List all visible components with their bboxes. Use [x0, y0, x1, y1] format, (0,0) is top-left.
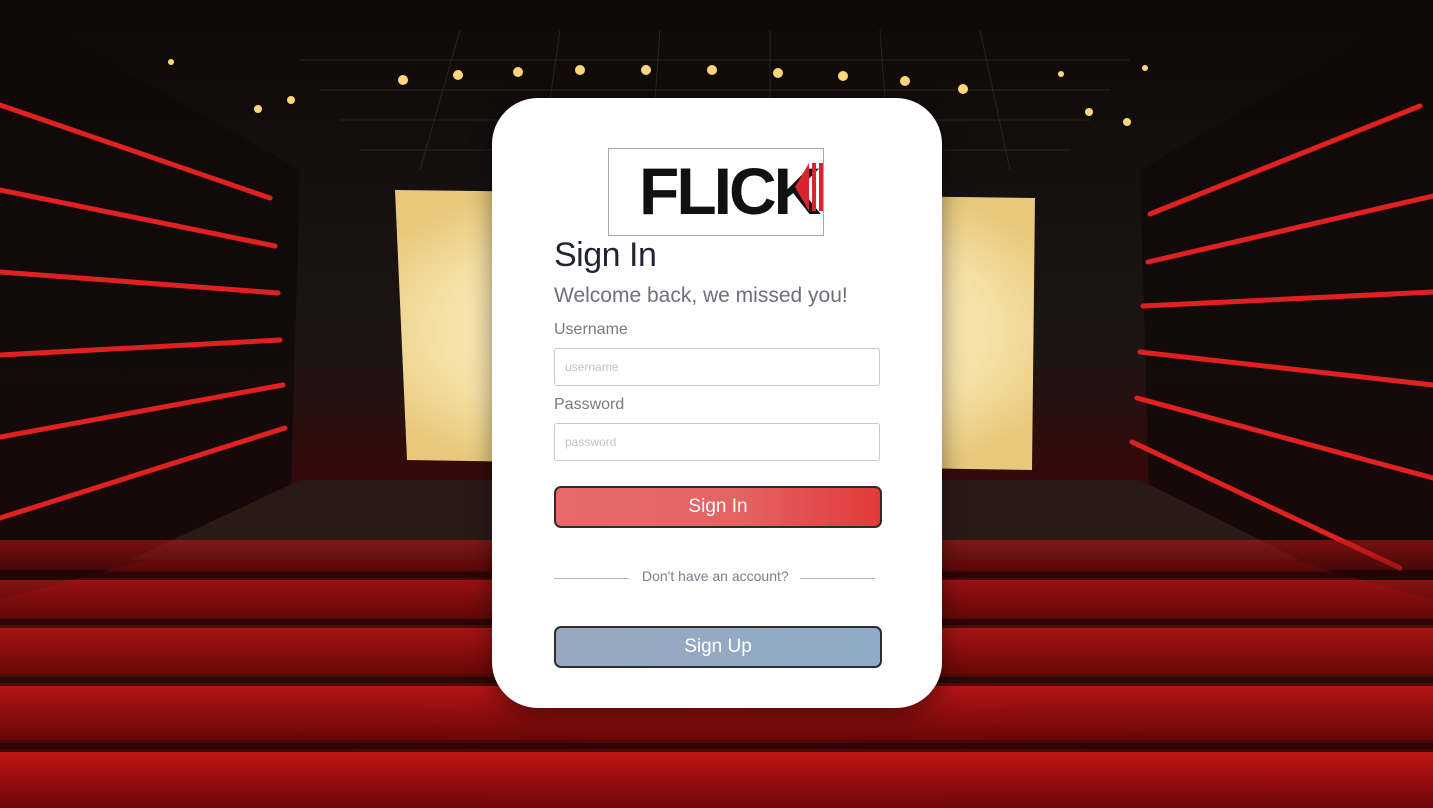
logo-text: FLICK [639, 154, 821, 228]
page-subtitle: Welcome back, we missed you! [554, 284, 848, 307]
divider-line-left [554, 578, 629, 579]
flick-logo: FLICK [608, 148, 824, 236]
username-input[interactable] [554, 348, 880, 386]
divider-line-right [800, 578, 875, 579]
no-account-text: Don't have an account? [642, 568, 789, 584]
logo-chevron-icon [795, 163, 823, 211]
page-title: Sign In [554, 236, 657, 274]
login-card: FLICK Sign In Welcome back, we missed yo… [492, 98, 942, 708]
password-label: Password [554, 396, 625, 413]
sign-up-button[interactable]: Sign Up [554, 626, 882, 668]
username-label: Username [554, 321, 628, 338]
sign-in-button-label: Sign In [688, 496, 748, 517]
sign-in-button[interactable]: Sign In [554, 486, 882, 528]
password-input[interactable] [554, 423, 880, 461]
sign-up-button-label: Sign Up [684, 636, 752, 657]
